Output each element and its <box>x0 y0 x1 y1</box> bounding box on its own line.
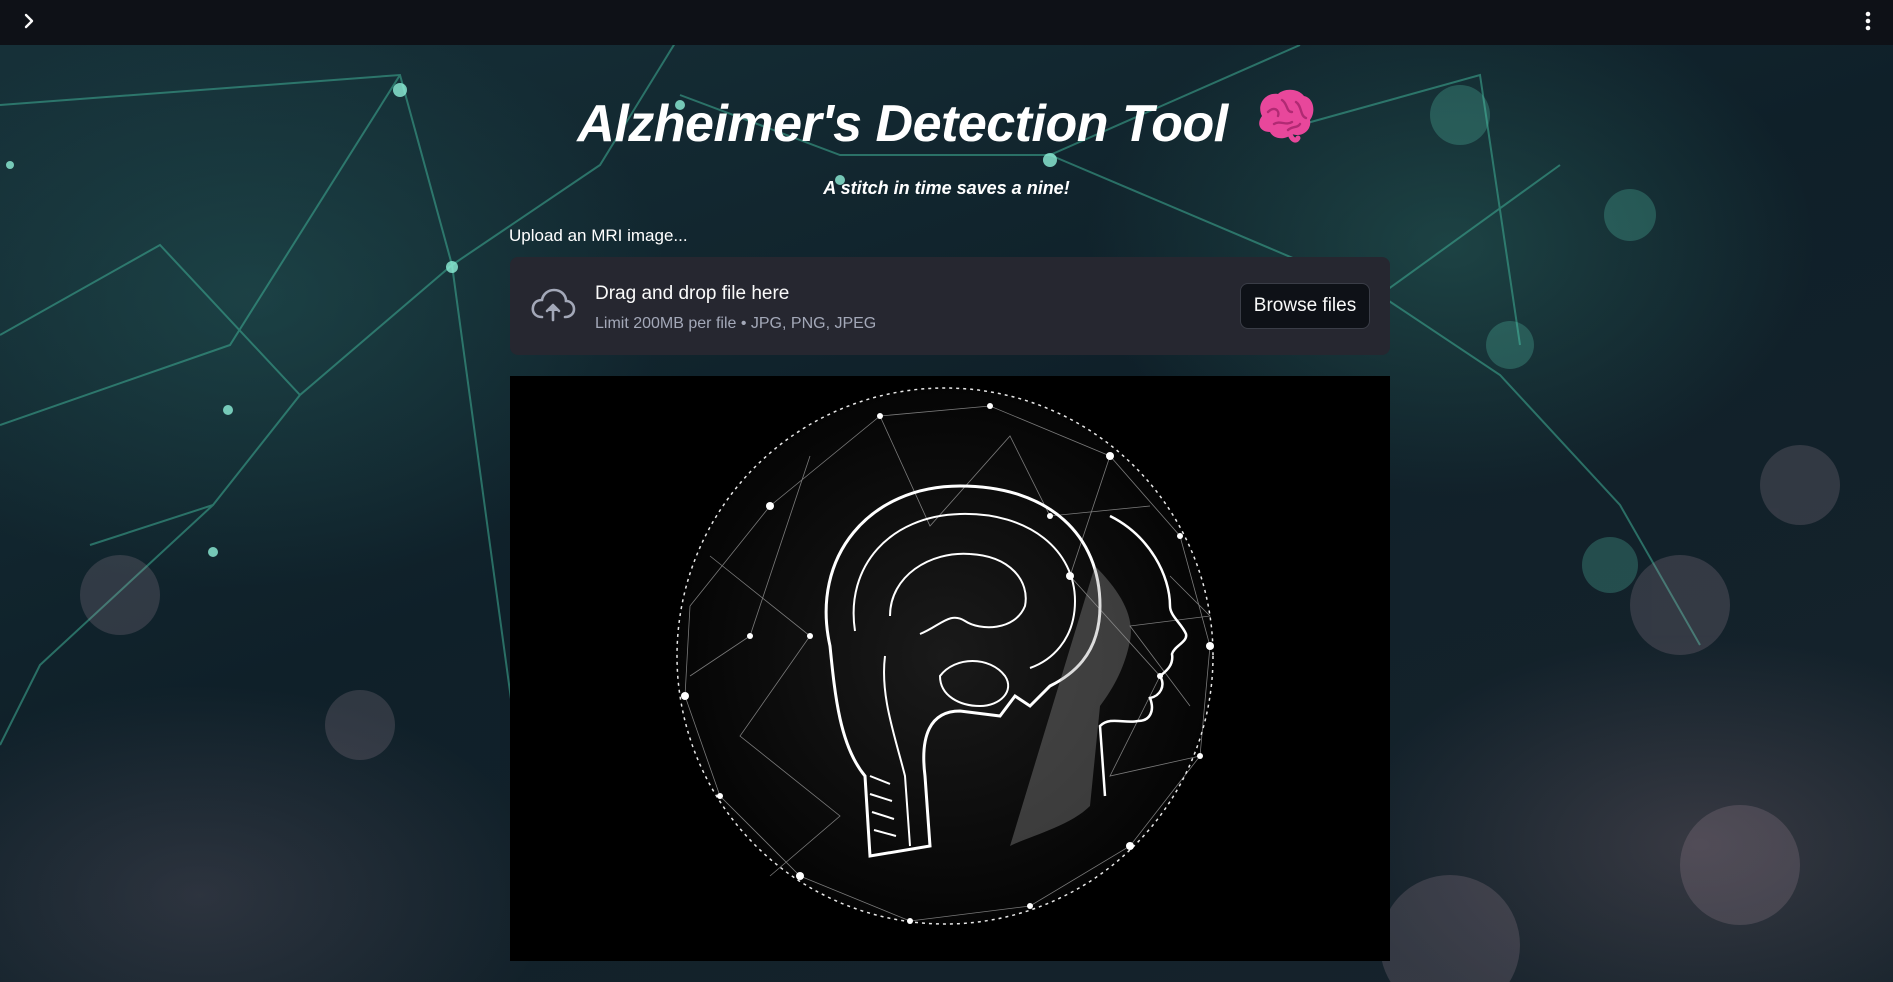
dropzone-limit-text: Limit 200MB per file • JPG, PNG, JPEG <box>595 315 877 332</box>
brain-emoji-icon <box>1252 86 1316 157</box>
brain-head-illustration <box>676 387 1214 925</box>
browse-files-button[interactable]: Browse files <box>1240 283 1370 329</box>
top-bar <box>0 0 1893 45</box>
chevron-right-icon[interactable] <box>14 6 44 36</box>
page-title-text: Alzheimer's Detection Tool <box>577 95 1228 154</box>
brain-illustration-image <box>510 376 1390 961</box>
page-title: Alzheimer's Detection Tool <box>0 89 1893 163</box>
dropzone-instructions: Drag and drop file here <box>595 283 790 304</box>
uploader-label: Upload an MRI image... <box>509 226 688 245</box>
cloud-upload-icon <box>530 287 576 328</box>
kebab-menu-icon[interactable] <box>1853 6 1883 36</box>
file-dropzone[interactable]: Drag and drop file here Limit 200MB per … <box>510 257 1390 355</box>
subtitle: A stitch in time saves a nine! <box>823 178 1070 198</box>
